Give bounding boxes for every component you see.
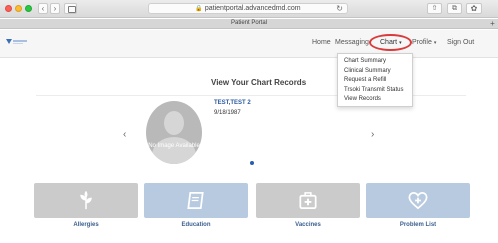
lock-icon: 🔒 <box>195 6 203 12</box>
chart-dropdown-menu: Chart Summary Clinical Summary Request a… <box>337 53 413 107</box>
avatar-head-shape <box>164 111 184 135</box>
allergies-tile[interactable] <box>34 183 138 218</box>
menu-item-clinical-summary[interactable]: Clinical Summary <box>338 67 412 77</box>
patient-name: TEST,TEST 2 <box>214 100 251 106</box>
patient-dob: 9/18/1987 <box>214 110 241 116</box>
menu-item-chart-summary[interactable]: Chart Summary <box>338 57 412 67</box>
carousel-prev-icon[interactable]: ‹ <box>123 129 126 140</box>
leaf-icon <box>80 190 92 210</box>
tabs-overview-icon[interactable]: ⧉ <box>447 3 462 14</box>
new-tab-icon[interactable]: + <box>489 19 496 28</box>
medical-kit-icon <box>299 192 317 210</box>
close-window-button[interactable] <box>5 5 12 12</box>
carousel-indicator-dot[interactable] <box>250 161 254 165</box>
address-bar[interactable]: 🔒 patientportal.advancedmd.com ↻ <box>148 3 348 14</box>
share-icon[interactable]: ⇧ <box>427 3 442 14</box>
page-title: View Your Chart Records <box>211 78 307 87</box>
carousel-next-icon[interactable]: › <box>371 129 374 140</box>
zoom-window-button[interactable] <box>25 5 32 12</box>
browser-toolbar: ‹ › 🔒 patientportal.advancedmd.com ↻ ⇧ ⧉ … <box>0 0 498 18</box>
avatar: No Image Available <box>146 101 202 164</box>
chevron-down-icon: ▾ <box>433 40 437 46</box>
problem-list-tile[interactable] <box>366 183 470 218</box>
vaccines-label[interactable]: Vaccines <box>256 222 360 228</box>
address-url: patientportal.advancedmd.com <box>204 5 301 12</box>
tab-strip: Patient Portal + <box>0 19 498 29</box>
menu-item-request-refill[interactable]: Request a Refill <box>338 76 412 86</box>
chart-menu-highlight-ring <box>369 34 412 51</box>
nav-profile-menu[interactable]: Profile ▾ <box>412 39 436 46</box>
allergies-label[interactable]: Allergies <box>34 222 138 228</box>
logo-mark-icon <box>6 39 12 44</box>
vaccines-tile[interactable] <box>256 183 360 218</box>
heart-plus-icon <box>408 191 428 210</box>
main-content: View Your Chart Records ‹ No Image Avail… <box>0 59 498 243</box>
logo-tagline <box>13 43 23 44</box>
education-label[interactable]: Education <box>144 222 248 228</box>
book-icon <box>187 191 204 210</box>
problem-list-label[interactable]: Problem List <box>366 222 470 228</box>
menu-item-transmit-status[interactable]: Trsoki Transmit Status <box>338 86 412 96</box>
menu-item-view-records[interactable]: View Records <box>338 95 412 105</box>
extension-icon[interactable]: ✿ <box>466 3 482 14</box>
nav-signout-link[interactable]: Sign Out <box>447 39 474 46</box>
avatar-body-shape <box>152 137 196 164</box>
back-button[interactable]: ‹ <box>38 3 48 14</box>
reload-icon[interactable]: ↻ <box>336 4 343 14</box>
nav-messaging-link[interactable]: Messaging <box>335 39 369 46</box>
avatar-placeholder-text: No Image Available <box>148 143 200 149</box>
portal-navbar: Home Messaging Chart ▾ Profile ▾ Sign Out <box>0 30 498 58</box>
tab-patient-portal[interactable]: Patient Portal <box>0 20 498 26</box>
portal-logo[interactable] <box>6 39 28 46</box>
education-tile[interactable] <box>144 183 248 218</box>
nav-profile-label: Profile <box>412 39 432 46</box>
minimize-window-button[interactable] <box>15 5 22 12</box>
nav-home-link[interactable]: Home <box>312 39 331 46</box>
forward-button[interactable]: › <box>50 3 60 14</box>
logo-wordmark <box>13 40 27 42</box>
sidebar-toggle-icon[interactable] <box>64 3 77 14</box>
